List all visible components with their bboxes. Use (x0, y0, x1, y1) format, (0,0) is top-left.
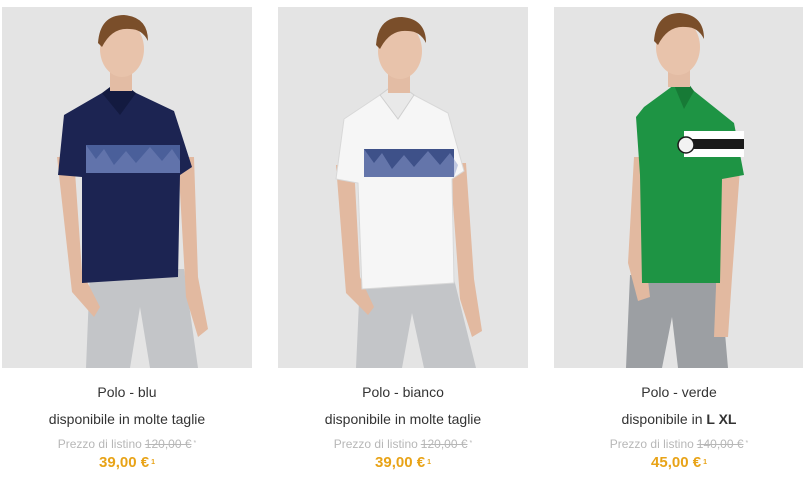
product-availability: disponibile in molte taglie (2, 410, 252, 428)
list-price-value: 120,00 € (144, 437, 192, 451)
sale-price-row: 39,00 €1 (278, 454, 528, 472)
sale-price-marker: 1 (151, 459, 155, 466)
product-image-link[interactable] (554, 7, 803, 368)
availability-sizes: L XL (706, 411, 737, 427)
product-name[interactable]: Polo - bianco (278, 383, 528, 401)
list-price-row: Prezzo di listino 120,00 € * (2, 437, 252, 451)
availability-text: disponibile in molte taglie (324, 411, 482, 427)
product-card[interactable]: Polo - blu disponibile in molte taglie P… (2, 7, 252, 472)
list-price-marker: * (193, 440, 197, 447)
product-card[interactable]: Polo - verde disponibile in L XL Prezzo … (554, 7, 803, 472)
availability-text: disponibile in (621, 411, 703, 427)
list-price-row: Prezzo di listino 120,00 € * (278, 437, 528, 451)
sale-price-value: 45,00 € (651, 454, 702, 471)
list-price-marker: * (745, 440, 749, 447)
product-name[interactable]: Polo - verde (554, 383, 803, 401)
stripe-white-top (684, 131, 744, 139)
sale-price-value: 39,00 € (99, 454, 150, 471)
list-price-value: 120,00 € (420, 437, 468, 451)
list-price-label: Prezzo di listino (57, 437, 142, 451)
chest-crest (677, 136, 695, 154)
sale-price-marker: 1 (427, 459, 431, 466)
sale-price-row: 39,00 €1 (2, 454, 252, 472)
sale-price-marker: 1 (703, 459, 707, 466)
product-name[interactable]: Polo - blu (2, 383, 252, 401)
product-grid: Polo - blu disponibile in molte taglie P… (0, 0, 803, 487)
product-image (554, 7, 803, 368)
sale-price-row: 45,00 €1 (554, 454, 803, 472)
list-price-value: 140,00 € (696, 437, 744, 451)
product-image-link[interactable] (278, 7, 528, 368)
product-availability: disponibile in molte taglie (278, 410, 528, 428)
list-price-row: Prezzo di listino 140,00 € * (554, 437, 803, 451)
list-price-marker: * (469, 440, 473, 447)
sale-price-value: 39,00 € (375, 454, 426, 471)
list-price-label: Prezzo di listino (333, 437, 418, 451)
product-availability: disponibile in L XL (554, 410, 803, 428)
product-image-link[interactable] (2, 7, 252, 368)
product-image (278, 7, 528, 368)
list-price-label: Prezzo di listino (609, 437, 694, 451)
availability-text: disponibile in molte taglie (48, 411, 206, 427)
product-image (2, 7, 252, 368)
product-card[interactable]: Polo - bianco disponibile in molte tagli… (278, 7, 528, 472)
